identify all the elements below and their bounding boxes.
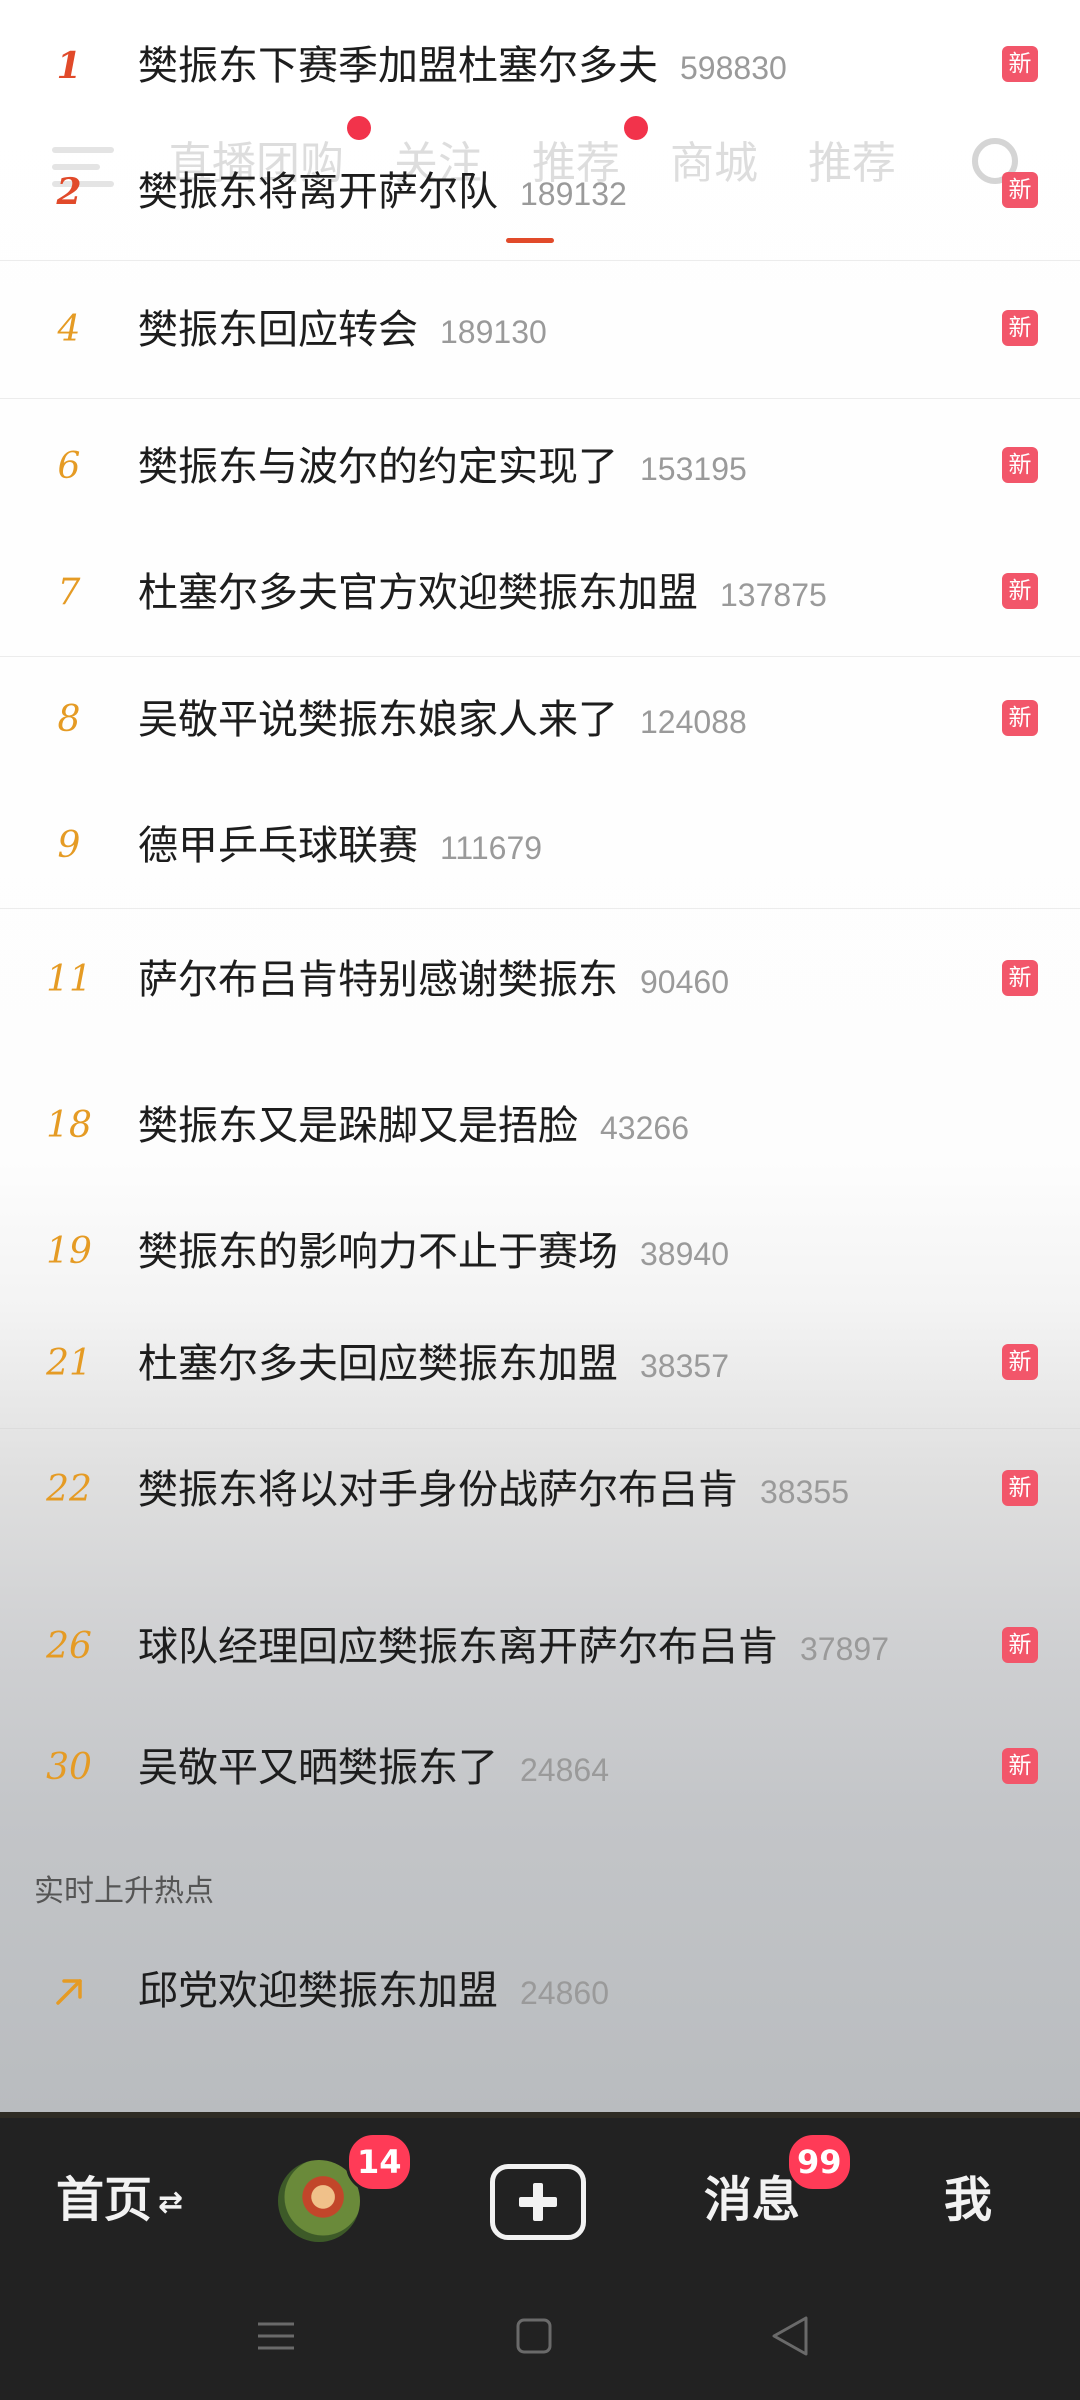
arrow-up-right-icon (56, 1979, 82, 2005)
heat-count: 124088 (640, 704, 747, 740)
list-item[interactable]: 11 萨尔布吕肯特别感谢樊振东 90460 新 (0, 940, 1080, 1020)
topic-title[interactable]: 吴敬平说樊振东娘家人来了 124088 (138, 694, 747, 748)
bottom-tab-bar: 首页 ⇄ 14 消息 99 我 (0, 2112, 1080, 2280)
rising-list-item[interactable]: 邱党欢迎樊振东加盟 24860 (0, 1951, 1080, 2031)
new-badge: 新 (1002, 46, 1038, 82)
rank-number: 1 (56, 45, 82, 87)
active-tab-underline (506, 238, 554, 243)
list-item[interactable]: 18 樊振东又是跺脚又是捂脸 43266 (0, 1086, 1080, 1166)
new-badge: 新 (1002, 1470, 1038, 1506)
rank-number: 2 (56, 171, 82, 213)
heat-count: 43266 (600, 1110, 689, 1146)
system-nav-bar (0, 2280, 1080, 2400)
heat-count: 153195 (640, 451, 747, 487)
heat-count: 38357 (640, 1348, 729, 1384)
rank-number: 21 (46, 1343, 92, 1384)
divider (0, 908, 1080, 909)
new-badge: 新 (1002, 960, 1038, 996)
rank-number: 6 (57, 446, 81, 487)
avatar-badge: 14 (346, 2132, 413, 2192)
topic-title[interactable]: 樊振东与波尔的约定实现了 153195 (138, 441, 747, 495)
divider (0, 656, 1080, 657)
list-item[interactable]: 1 樊振东下赛季加盟杜塞尔多夫 598830 新 (0, 26, 1080, 106)
heat-count: 38355 (760, 1474, 849, 1510)
heat-count: 189132 (520, 176, 627, 212)
list-item[interactable]: 21 杜塞尔多夫回应樊振东加盟 38357 新 (0, 1324, 1080, 1404)
topic-title[interactable]: 樊振东下赛季加盟杜塞尔多夫 598830 (138, 40, 787, 94)
heat-count: 111679 (440, 830, 543, 866)
new-badge: 新 (1002, 700, 1038, 736)
divider (0, 398, 1080, 399)
new-badge: 新 (1002, 1748, 1038, 1784)
list-item[interactable]: 8 吴敬平说樊振东娘家人来了 124088 新 (0, 680, 1080, 760)
topic-title[interactable]: 樊振东的影响力不止于赛场 38940 (138, 1226, 729, 1280)
heat-count: 90460 (640, 964, 729, 1000)
heat-count: 189130 (440, 314, 547, 350)
list-item[interactable]: 22 樊振东将以对手身份战萨尔布吕肯 38355 新 (0, 1450, 1080, 1530)
tab-messages[interactable]: 消息 (704, 2170, 800, 2230)
heat-count: 38940 (640, 1236, 729, 1272)
list-item[interactable]: 4 樊振东回应转会 189130 新 (0, 290, 1080, 370)
list-item[interactable]: 19 樊振东的影响力不止于赛场 38940 (0, 1212, 1080, 1292)
back-icon[interactable] (766, 2312, 814, 2360)
list-item[interactable]: 6 樊振东与波尔的约定实现了 153195 新 (0, 427, 1080, 507)
rank-number: 30 (46, 1747, 92, 1788)
tab-home[interactable]: 首页 ⇄ (56, 2170, 183, 2233)
list-item[interactable]: 30 吴敬平又晒樊振东了 24864 新 (0, 1728, 1080, 1808)
nav-notification-dot (624, 116, 648, 140)
plus-square-icon[interactable] (490, 2164, 586, 2240)
rank-number: 9 (57, 825, 81, 866)
topic-title[interactable]: 杜塞尔多夫官方欢迎樊振东加盟 137875 (138, 567, 827, 621)
new-badge: 新 (1002, 172, 1038, 208)
topic-title[interactable]: 邱党欢迎樊振东加盟 24860 (138, 1965, 609, 2019)
heat-count: 137875 (720, 577, 827, 613)
rank-number: 18 (46, 1105, 92, 1146)
topic-title[interactable]: 德甲乒乓球联赛 111679 (138, 820, 542, 874)
rank-number: 26 (46, 1626, 92, 1667)
rank-number: 11 (46, 959, 92, 1000)
rank-number: 7 (57, 572, 81, 613)
new-badge: 新 (1002, 1627, 1038, 1663)
topic-title[interactable]: 球队经理回应樊振东离开萨尔布吕肯 37897 (138, 1621, 889, 1675)
divider (0, 1428, 1080, 1429)
topic-title[interactable]: 萨尔布吕肯特别感谢樊振东 90460 (138, 954, 729, 1008)
list-item[interactable]: 26 球队经理回应樊振东离开萨尔布吕肯 37897 新 (0, 1607, 1080, 1687)
new-badge: 新 (1002, 573, 1038, 609)
tab-me[interactable]: 我 (944, 2170, 992, 2230)
divider (0, 260, 1080, 261)
topic-title[interactable]: 樊振东将以对手身份战萨尔布吕肯 38355 (138, 1464, 849, 1518)
messages-badge: 99 (786, 2132, 853, 2192)
recents-icon[interactable] (256, 2316, 296, 2356)
new-badge: 新 (1002, 1344, 1038, 1380)
rank-number: 19 (46, 1231, 92, 1272)
rank-number: 8 (57, 699, 81, 740)
refresh-toggle-icon: ⇄ (158, 2185, 184, 2220)
rank-number: 4 (57, 309, 81, 350)
heat-count: 24864 (520, 1752, 609, 1788)
heat-count: 24860 (520, 1975, 609, 2011)
nav-notification-dot (347, 116, 371, 140)
heat-count: 37897 (800, 1631, 889, 1667)
new-badge: 新 (1002, 310, 1038, 346)
rank-number: 22 (46, 1469, 92, 1510)
topic-title[interactable]: 樊振东将离开萨尔队 189132 (138, 166, 627, 220)
topic-title[interactable]: 杜塞尔多夫回应樊振东加盟 38357 (138, 1338, 729, 1392)
hot-search-list: 直播 团购 关注 推荐 商城 推荐 1 樊振东下赛季加盟杜塞尔多夫 598830 … (0, 0, 1080, 2112)
topic-title[interactable]: 吴敬平又晒樊振东了 24864 (138, 1742, 609, 1796)
home-icon[interactable] (514, 2316, 554, 2356)
topic-title[interactable]: 樊振东回应转会 189130 (138, 304, 547, 358)
list-item[interactable]: 9 德甲乒乓球联赛 111679 (0, 806, 1080, 886)
heat-count: 598830 (680, 50, 787, 86)
list-item[interactable]: 2 樊振东将离开萨尔队 189132 新 (0, 152, 1080, 232)
topic-title[interactable]: 樊振东又是跺脚又是捂脸 43266 (138, 1100, 689, 1154)
list-item[interactable]: 7 杜塞尔多夫官方欢迎樊振东加盟 137875 新 (0, 553, 1080, 633)
rising-section-label: 实时上升热点 (34, 1874, 214, 1909)
new-badge: 新 (1002, 447, 1038, 483)
